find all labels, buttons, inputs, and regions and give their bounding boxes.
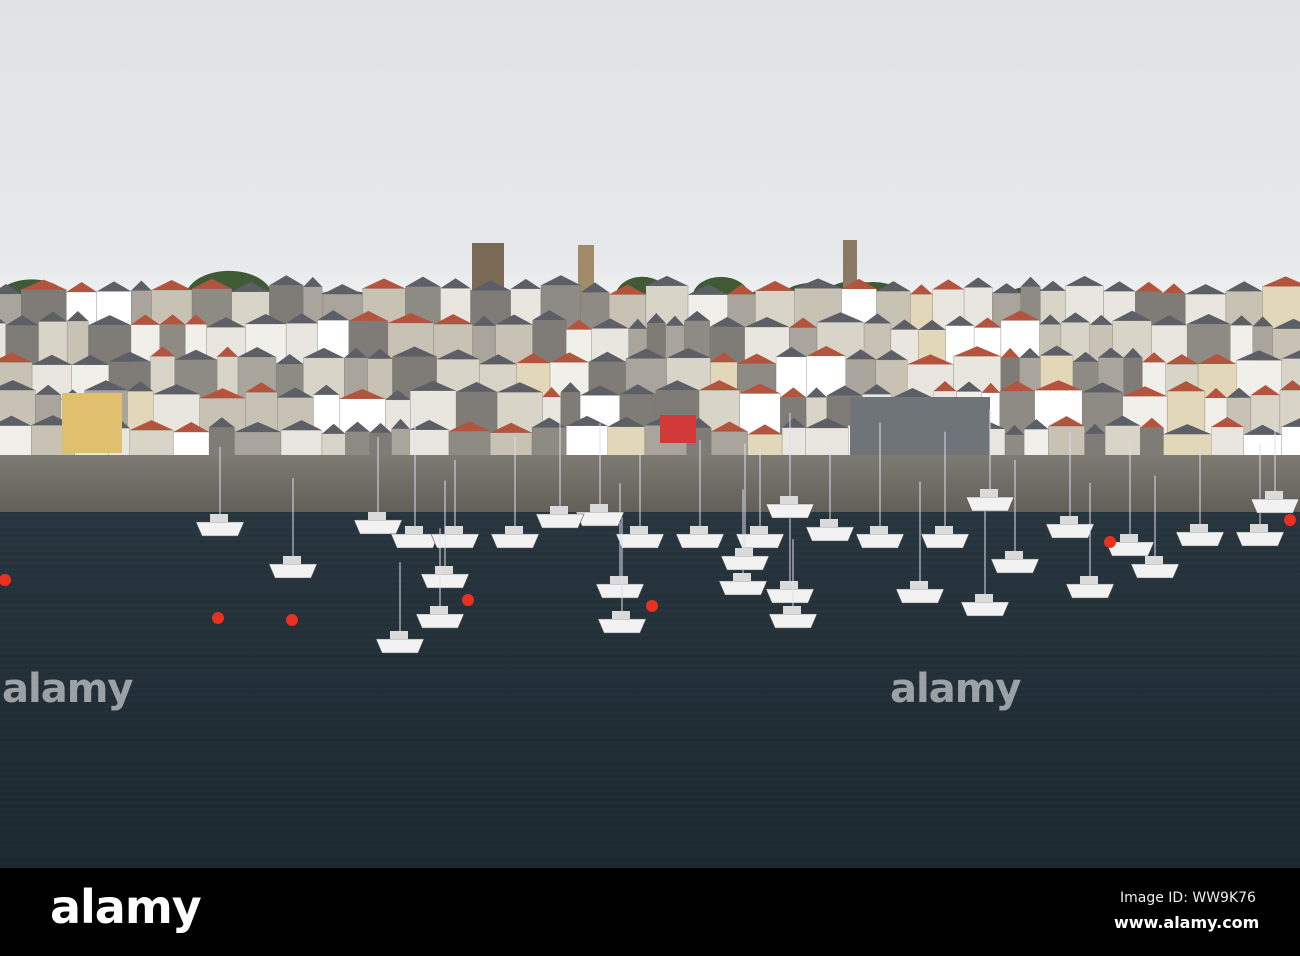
boat-hull [353, 519, 403, 535]
boat-cabin [430, 606, 448, 614]
boat-hull [1250, 498, 1300, 514]
boat-cabin [390, 631, 408, 639]
boat-hull [805, 526, 855, 542]
alamy-logo: alamy [50, 880, 202, 934]
boat-cabin [550, 506, 568, 514]
boat-hull [195, 521, 245, 537]
boat-hull [420, 573, 470, 589]
boat-cabin [735, 548, 753, 556]
boat-hull [268, 563, 318, 579]
boat-hull [720, 555, 770, 571]
boat-hull [415, 613, 465, 629]
boat-cabin [435, 566, 453, 574]
boat-cabin [870, 526, 888, 534]
boat-cabin [780, 581, 798, 589]
boat-cabin [780, 496, 798, 504]
mooring-buoy [0, 574, 11, 586]
boat-hull [1065, 583, 1115, 599]
watermark-left: alamy [2, 666, 133, 712]
boat-cabin [910, 581, 928, 589]
boat-cabin [505, 526, 523, 534]
boat-hull [718, 580, 768, 596]
boat-hull [895, 588, 945, 604]
boat-cabin [1120, 534, 1138, 542]
boat-hull [920, 533, 970, 549]
mooring-buoy [646, 600, 658, 612]
boat-hull [965, 496, 1015, 512]
boat-hull [960, 601, 1010, 617]
boat-hull [535, 513, 585, 529]
boat-cabin [783, 606, 801, 614]
boat-hull [855, 533, 905, 549]
boat-cabin [1080, 576, 1098, 584]
boat-cabin [612, 611, 630, 619]
boat-cabin [1005, 551, 1023, 559]
mooring-buoy [212, 612, 224, 624]
mooring-buoy [286, 614, 298, 626]
boat-hull [765, 503, 815, 519]
boat-cabin [1190, 524, 1208, 532]
boat-cabin [210, 514, 228, 522]
boat-cabin [1265, 491, 1283, 499]
boat-hull [615, 533, 665, 549]
boat-hull [1130, 563, 1180, 579]
boat-cabin [590, 504, 608, 512]
image-id: Image ID: WW9K76 [1120, 890, 1256, 906]
boat-cabin [368, 512, 386, 520]
boat-cabin [630, 526, 648, 534]
boat-hull [595, 583, 645, 599]
moored-boats [0, 409, 1300, 654]
mooring-buoy [462, 594, 474, 606]
boat-cabin [283, 556, 301, 564]
harbour-photo: alamy alamy [0, 0, 1300, 868]
boat-cabin [935, 526, 953, 534]
mooring-buoy [1284, 514, 1296, 526]
boat-hull [990, 558, 1040, 574]
boat-hull [597, 618, 647, 634]
boat-hull [1235, 531, 1285, 547]
boat-hull [768, 613, 818, 629]
boat-cabin [1145, 556, 1163, 564]
boat-hull [675, 533, 725, 549]
boat-hull [375, 638, 425, 654]
boat-cabin [1060, 516, 1078, 524]
boat-hull [1045, 523, 1095, 539]
boat-hull [765, 588, 815, 604]
boat-cabin [610, 576, 628, 584]
watermark-right: alamy [890, 666, 1021, 712]
mooring-buoy [1104, 536, 1116, 548]
boat-cabin [690, 526, 708, 534]
boat-cabin [975, 594, 993, 602]
boat-cabin [733, 573, 751, 581]
boat-cabin [980, 489, 998, 497]
boat-cabin [1250, 524, 1268, 532]
boat-hull [1175, 531, 1225, 547]
boat-cabin [405, 526, 423, 534]
site-url: www.alamy.com [1114, 913, 1260, 932]
boat-cabin [820, 519, 838, 527]
boat-cabin [750, 526, 768, 534]
boat-cabin [445, 526, 463, 534]
boat-hull [490, 533, 540, 549]
boat-hull [430, 533, 480, 549]
